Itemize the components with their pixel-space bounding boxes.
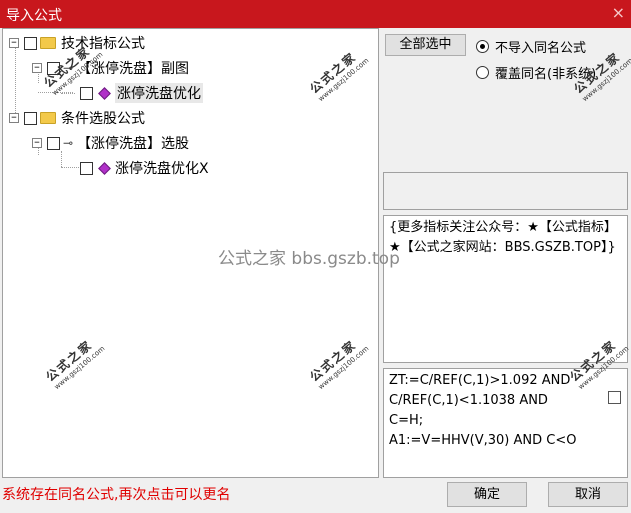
tree-node-formula-optimized-x[interactable]: 涨停洗盘优化X bbox=[77, 158, 209, 178]
formula-line: A1:=V=HHV(V,30) AND C<O bbox=[389, 433, 577, 448]
key-icon: ⊸ bbox=[63, 136, 74, 150]
tree-node-subchart[interactable]: − ⊸ 【涨停洗盘】副图 bbox=[32, 58, 189, 78]
folder-icon bbox=[40, 37, 56, 49]
tree-node-stock-screening[interactable]: − 条件选股公式 bbox=[9, 108, 145, 128]
title-bar: 导入公式 × bbox=[0, 0, 631, 28]
info-text: {更多指标关注公众号：★【公式指标】★【公式之家网站：BBS.GSZB.TOP】… bbox=[389, 220, 617, 255]
tree-checkbox[interactable] bbox=[47, 61, 60, 75]
formula-line: ZT:=C/REF(C,1)>1.092 AND bbox=[389, 373, 571, 388]
close-icon[interactable]: × bbox=[612, 3, 625, 22]
key-icon: ⊸ bbox=[63, 61, 74, 75]
tree-checkbox[interactable] bbox=[47, 136, 60, 150]
tree-checkbox[interactable] bbox=[80, 161, 93, 175]
collapse-icon[interactable]: − bbox=[9, 38, 19, 48]
formula-checkbox[interactable] bbox=[608, 391, 621, 404]
radio-label: 不导入同名公式 bbox=[495, 41, 587, 56]
collapse-icon[interactable]: − bbox=[32, 63, 42, 73]
formula-line: C=H; bbox=[389, 413, 424, 428]
tree-node-screening-formula[interactable]: − ⊸ 【涨停洗盘】选股 bbox=[32, 133, 189, 153]
diamond-icon bbox=[98, 86, 111, 100]
tree-node-tech-indicators[interactable]: − 技术指标公式 bbox=[9, 33, 145, 53]
formula-line: C/REF(C,1)<1.1038 AND bbox=[389, 393, 548, 408]
window-title: 导入公式 bbox=[6, 8, 62, 24]
tree-checkbox[interactable] bbox=[24, 36, 37, 50]
watermark-text: 公式之家 bbs.gszb.top bbox=[218, 249, 400, 269]
tree-node-label: 涨停洗盘优化X bbox=[115, 161, 209, 177]
cancel-button[interactable]: 取消 bbox=[548, 482, 628, 507]
tree-node-formula-optimized[interactable]: 涨停洗盘优化 bbox=[77, 83, 203, 103]
diamond-icon bbox=[98, 161, 111, 175]
collapse-icon[interactable]: − bbox=[32, 138, 42, 148]
tree-node-label: 条件选股公式 bbox=[61, 111, 145, 127]
collapse-icon[interactable]: − bbox=[9, 113, 19, 123]
tree-node-label: 涨停洗盘优化 bbox=[115, 83, 203, 103]
status-message: 系统存在同名公式,再次点击可以更名 bbox=[2, 487, 231, 503]
tree-node-label: 【涨停洗盘】副图 bbox=[77, 61, 190, 77]
info-panel: {更多指标关注公众号：★【公式指标】★【公式之家网站：BBS.GSZB.TOP】… bbox=[383, 215, 628, 363]
select-all-button[interactable]: 全部选中 bbox=[385, 34, 466, 56]
radio-label: 覆盖同名(非系统) bbox=[495, 67, 597, 82]
blank-field bbox=[383, 172, 628, 210]
radio-no-import[interactable]: 不导入同名公式 bbox=[476, 37, 586, 56]
tree-node-label: 技术指标公式 bbox=[61, 36, 145, 52]
tree-node-label: 【涨停洗盘】选股 bbox=[77, 136, 190, 152]
radio-indicator[interactable] bbox=[476, 40, 489, 53]
folder-icon bbox=[40, 112, 56, 124]
ok-button[interactable]: 确定 bbox=[447, 482, 527, 507]
tree-checkbox[interactable] bbox=[80, 86, 93, 100]
radio-indicator[interactable] bbox=[476, 66, 489, 79]
formula-panel[interactable]: ZT:=C/REF(C,1)>1.092 AND C/REF(C,1)<1.10… bbox=[383, 368, 628, 478]
tree-checkbox[interactable] bbox=[24, 111, 37, 125]
radio-overwrite[interactable]: 覆盖同名(非系统) bbox=[476, 63, 596, 82]
